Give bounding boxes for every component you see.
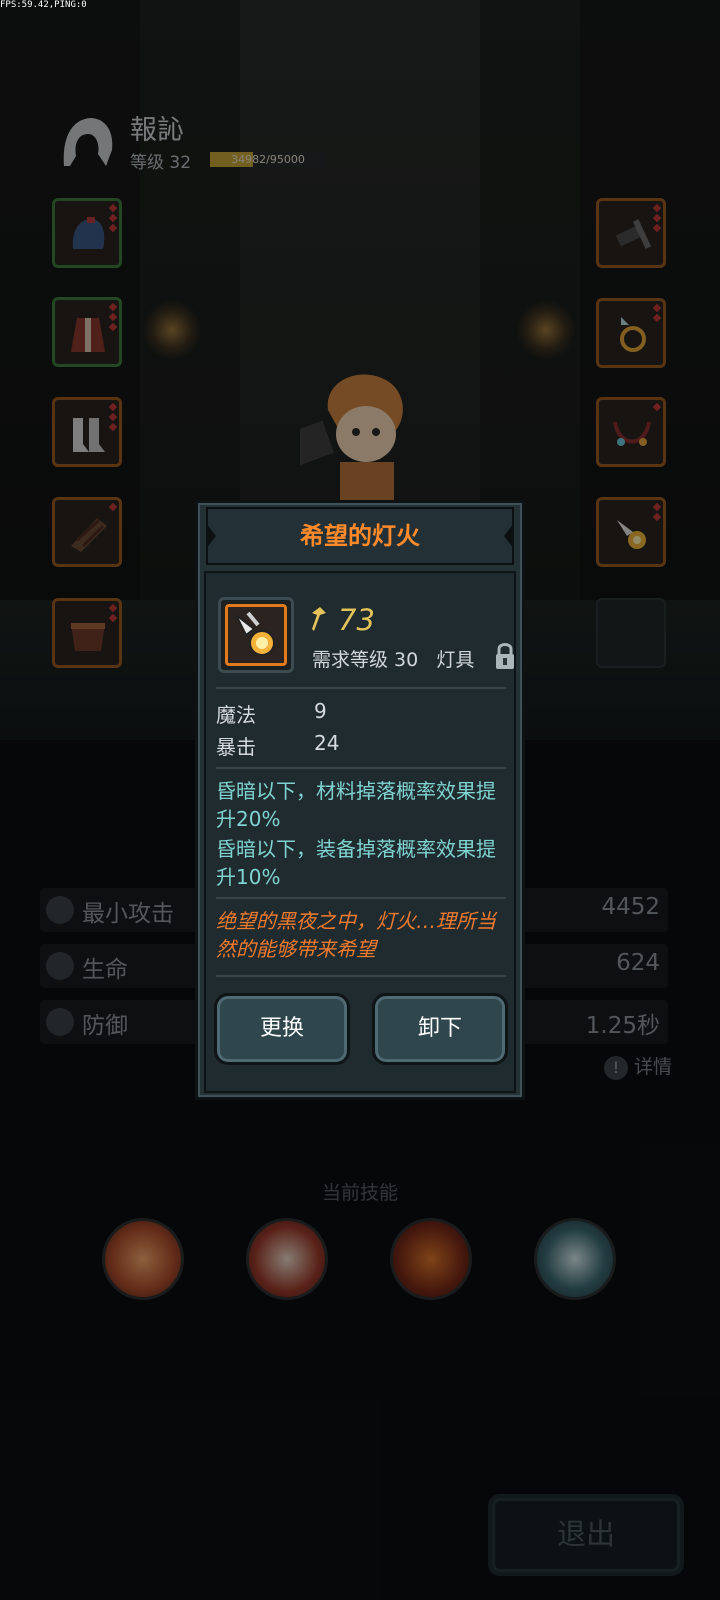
- attr-value: 9: [314, 699, 327, 723]
- item-name: 希望的灯火: [300, 522, 420, 550]
- item-icon-frame: [218, 597, 294, 673]
- divider: [216, 897, 506, 899]
- replace-button[interactable]: 更换: [214, 993, 350, 1065]
- unequip-button[interactable]: 卸下: [372, 993, 508, 1065]
- item-requirement: 需求等级 30 灯具: [312, 645, 474, 672]
- attr-value: 24: [314, 731, 340, 755]
- divider: [216, 687, 506, 689]
- lamp-icon: [235, 611, 275, 656]
- attr-name: 魔法: [216, 703, 256, 727]
- item-type: 灯具: [436, 649, 475, 671]
- attr-name: 暴击: [216, 735, 256, 759]
- power-icon: [312, 607, 326, 631]
- item-effect: 昏暗以下，材料掉落概率效果提升20%: [216, 779, 496, 831]
- item-power: 73: [338, 603, 375, 637]
- requirement-text: 需求等级 30: [312, 649, 419, 671]
- modal-header: 希望的灯火: [206, 507, 514, 565]
- fps-counter: FPS:59.42,PING:0: [0, 0, 87, 10]
- item-flavor-text: 绝望的黑夜之中，灯火…理所当然的能够带来希望: [216, 909, 496, 961]
- item-effect: 昏暗以下，装备掉落概率效果提升10%: [216, 837, 496, 889]
- item-detail-modal: 希望的灯火 73 需求等级 30 灯具 魔法 9 暴击 24 昏暗以下，材料掉落…: [195, 500, 525, 1100]
- lock-icon[interactable]: [494, 641, 516, 671]
- divider: [216, 975, 506, 977]
- divider: [216, 767, 506, 769]
